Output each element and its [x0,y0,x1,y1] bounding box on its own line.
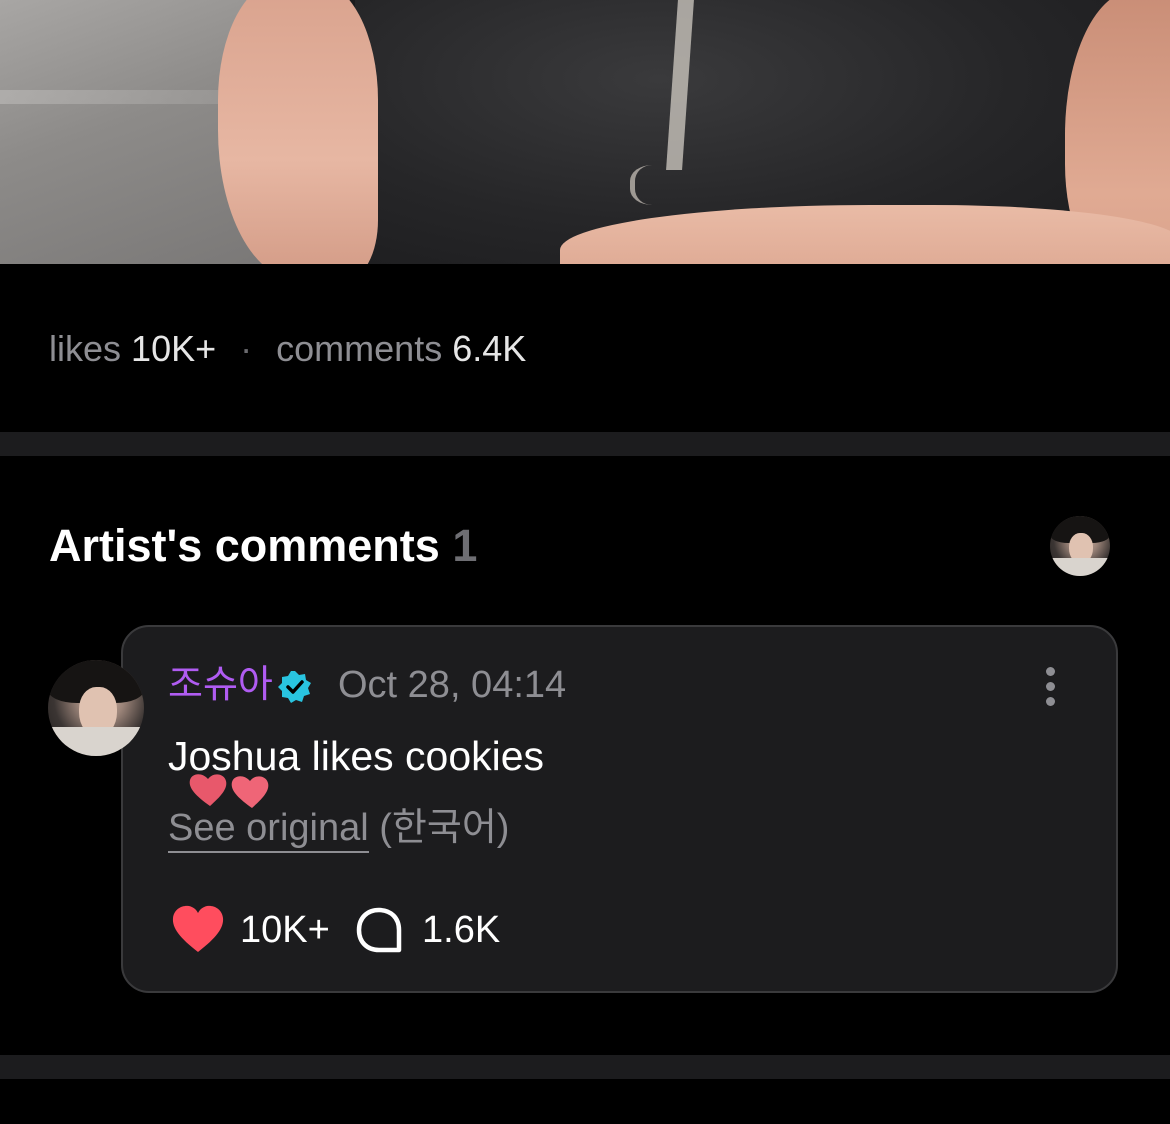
comments-label: comments [276,328,443,369]
section-divider [0,432,1170,456]
comments-count[interactable]: 6.4K [452,328,526,369]
verified-badge-icon [278,671,311,703]
likes-count[interactable]: 10K+ [131,328,216,369]
see-original: See original (한국어) [168,804,510,853]
comment-author-name[interactable]: 조슈아 [168,662,273,708]
comment-author-avatar[interactable] [48,660,144,756]
original-language: (한국어) [379,807,510,849]
see-original-link[interactable]: See original [168,807,369,853]
comment-timestamp: Oct 28, 04:14 [338,664,567,706]
post-photo[interactable] [0,0,1170,264]
post-stats: likes 10K+ · comments 6.4K [49,324,526,374]
comment-reply-count: 1.6K [422,909,501,951]
reply-bubble-icon[interactable] [354,905,404,955]
artist-comments-title: Artist's comments 1 [49,520,478,571]
more-options-icon[interactable] [1034,664,1066,706]
section-divider-bottom [0,1055,1170,1079]
heart-icon[interactable] [170,904,226,954]
likes-label: likes [49,328,122,369]
comment-like-count: 10K+ [240,909,330,951]
header-artist-avatar[interactable] [1050,516,1110,576]
artist-comments-count: 1 [452,520,478,571]
stats-separator: · [240,328,253,369]
